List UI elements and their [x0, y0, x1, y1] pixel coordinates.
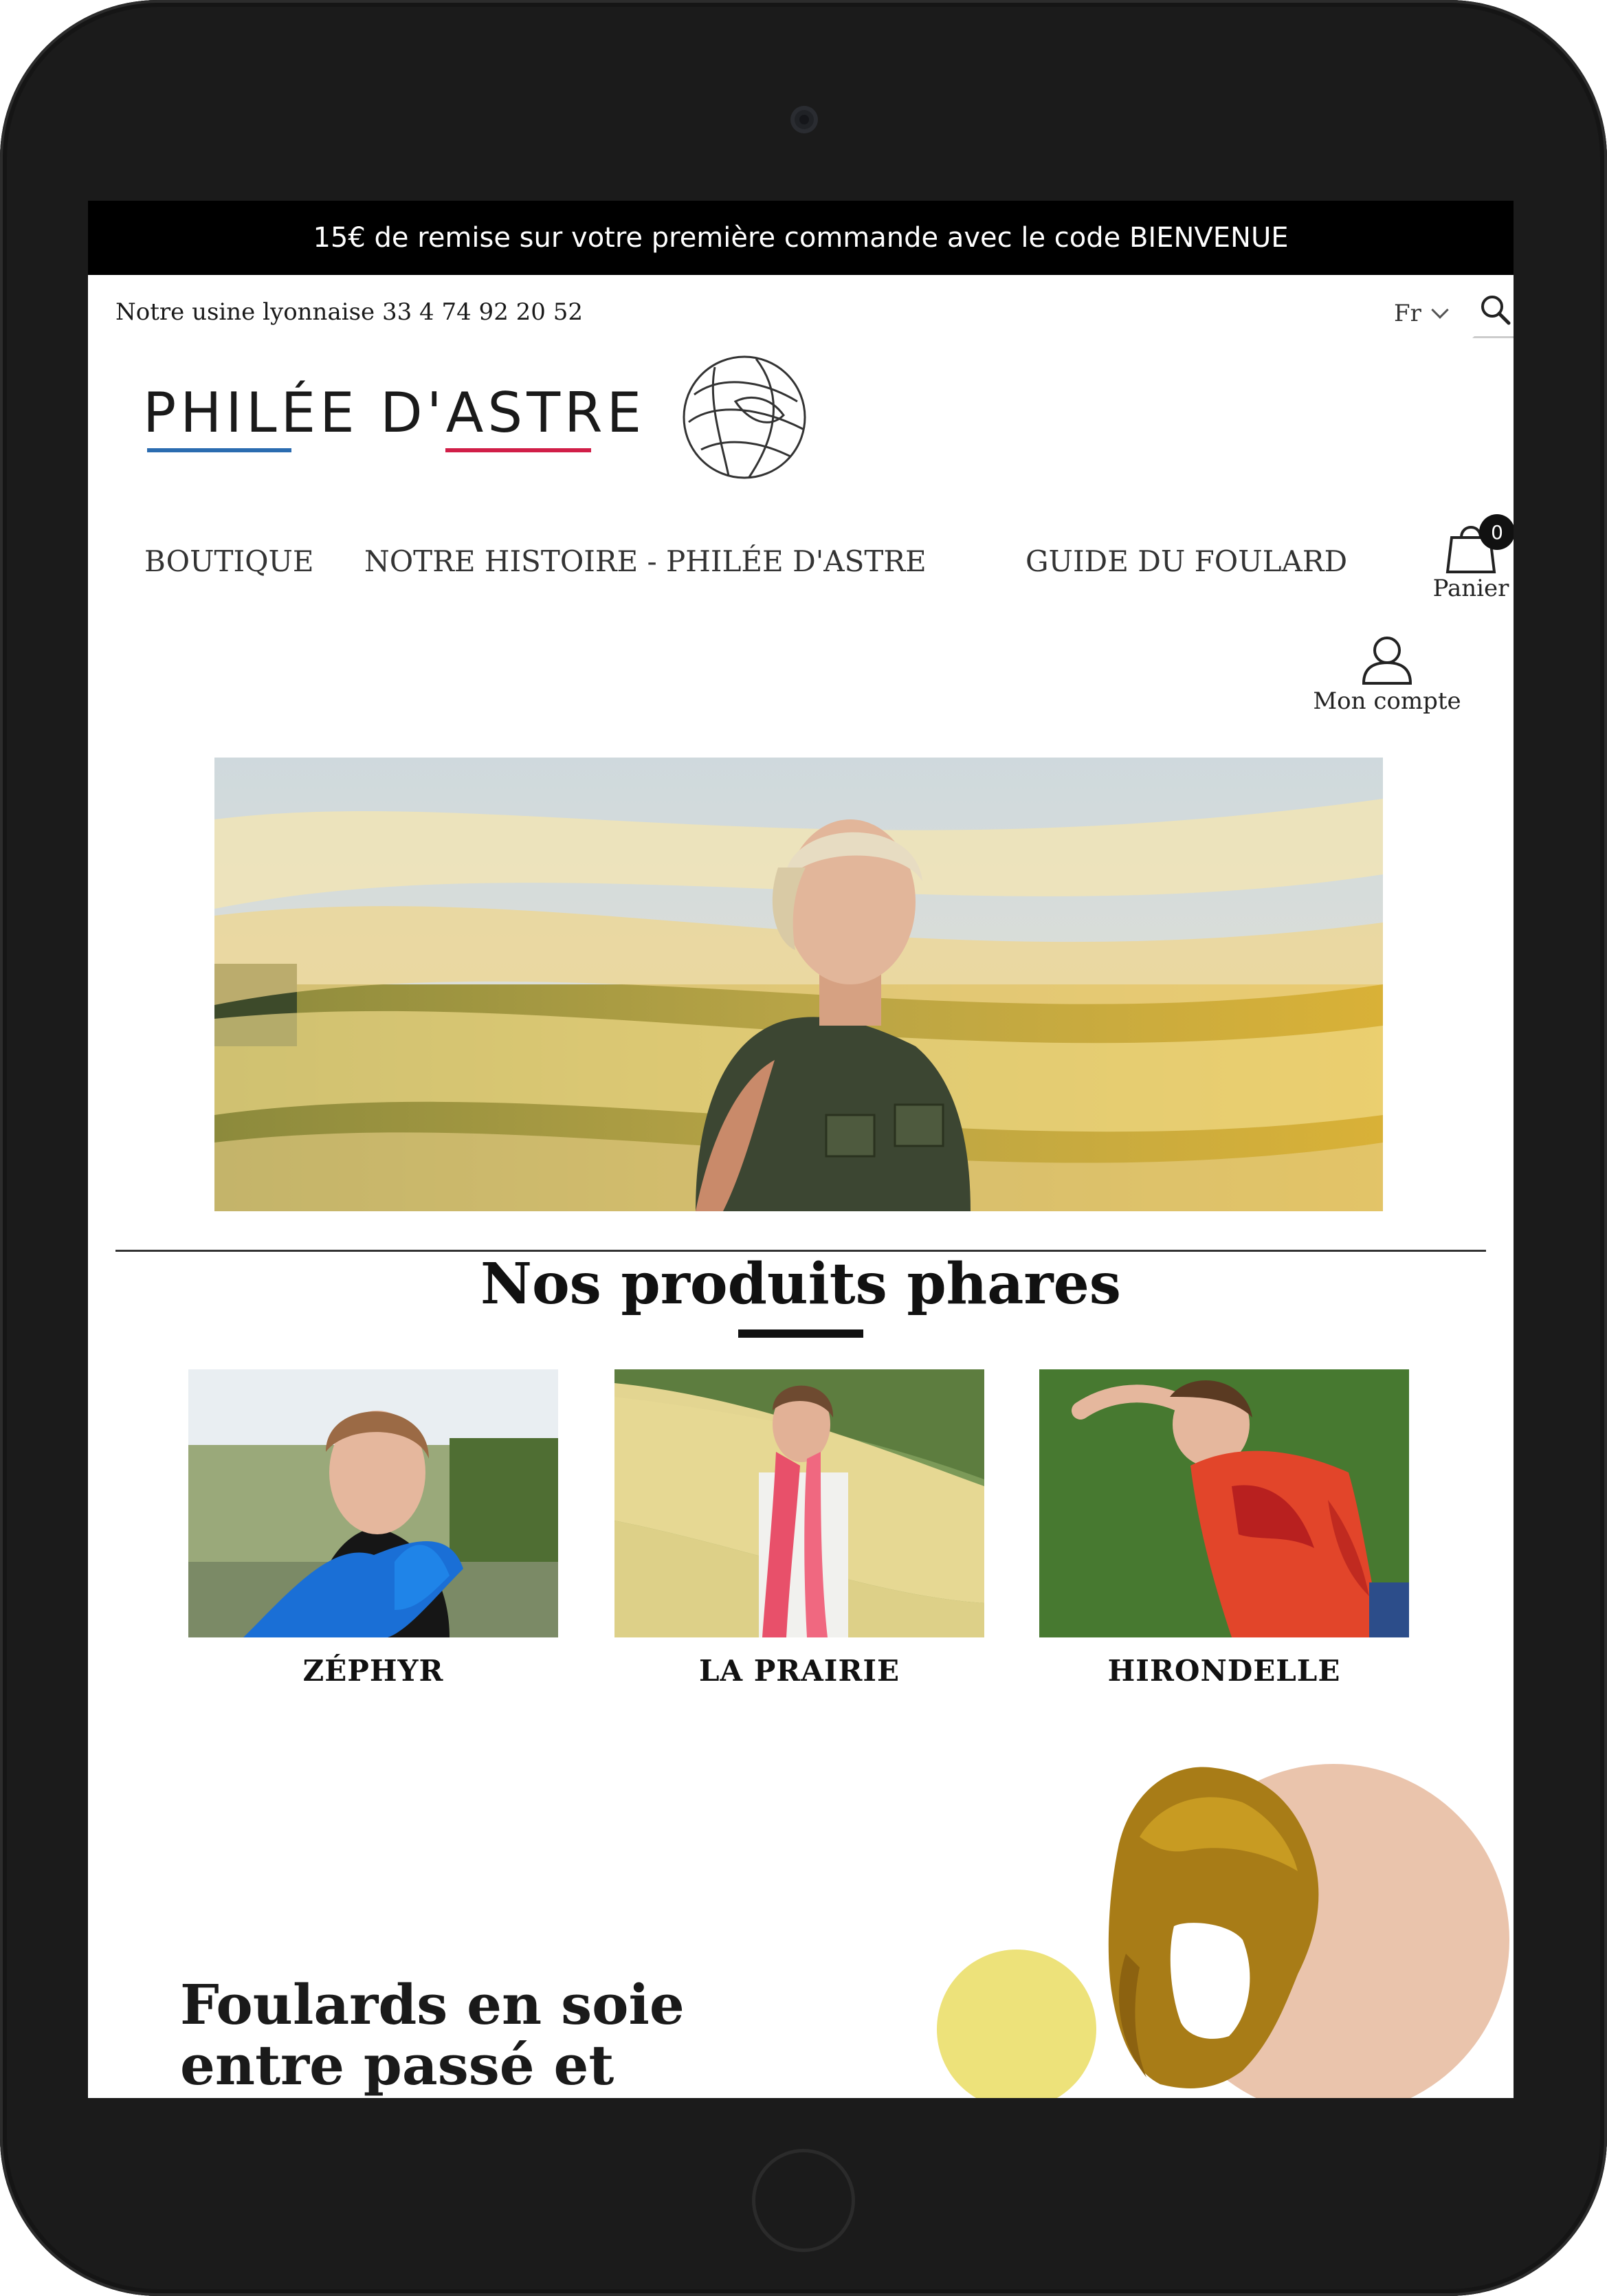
- product-image-la-prairie[interactable]: [614, 1369, 984, 1637]
- home-button[interactable]: [752, 2149, 855, 2252]
- screen: 15€ de remise sur votre première command…: [88, 201, 1514, 2098]
- account-button[interactable]: Mon compte: [1305, 634, 1470, 723]
- headline-line-2: entre passé et: [180, 2033, 614, 2097]
- product-card-hirondelle[interactable]: HIRONDELLE: [1039, 1369, 1409, 1688]
- product-name-hirondelle[interactable]: HIRONDELLE: [1039, 1654, 1409, 1688]
- brand-logo[interactable]: PHILÉE D'ASTRE: [143, 345, 806, 483]
- headline-line-1: Foulards en soie: [180, 1972, 685, 2037]
- logo-blue-stripe: [147, 448, 291, 452]
- product-card-la-prairie[interactable]: LA PRAIRIE: [614, 1369, 984, 1688]
- featured-products-title: Nos produits phares: [480, 1251, 1121, 1317]
- promo-banner[interactable]: 15€ de remise sur votre première command…: [88, 201, 1514, 275]
- nav-item-guide-du-foulard[interactable]: GUIDE DU FOULARD: [1026, 544, 1347, 578]
- main-navigation: BOUTIQUE NOTRE HISTOIRE - PHILÉE D'ASTRE…: [144, 514, 1514, 602]
- product-image-zephyr[interactable]: [188, 1369, 558, 1637]
- collection-headline: Foulards en soie entre passé et: [180, 1974, 685, 2095]
- account-label: Mon compte: [1313, 687, 1461, 715]
- logo-wordmark: PHILÉE D'ASTRE: [143, 381, 646, 445]
- chevron-down-icon: [1431, 301, 1449, 319]
- top-info-bar: Notre usine lyonnaise 33 4 74 92 20 52 F…: [115, 290, 1514, 345]
- search-icon: [1481, 296, 1511, 325]
- collection-illustration: [937, 1764, 1509, 2098]
- product-image-hirondelle[interactable]: [1039, 1369, 1409, 1637]
- hero-image: [214, 758, 1383, 1211]
- product-name-zephyr[interactable]: ZÉPHYR: [188, 1654, 558, 1688]
- cart-button[interactable]: 0 Panier: [1423, 514, 1514, 606]
- nav-item-boutique[interactable]: BOUTIQUE: [144, 544, 314, 578]
- hero-banner[interactable]: [214, 758, 1383, 1211]
- front-camera: [790, 106, 818, 133]
- logo-red-stripe: [445, 448, 591, 452]
- product-name-la-prairie[interactable]: LA PRAIRIE: [614, 1654, 984, 1688]
- language-selector[interactable]: Fr: [1394, 300, 1449, 327]
- factory-phone[interactable]: Notre usine lyonnaise 33 4 74 92 20 52: [115, 298, 583, 326]
- cart-count-badge: 0: [1479, 514, 1514, 550]
- language-label: Fr: [1394, 300, 1421, 327]
- globe-logo-icon: [683, 355, 806, 479]
- user-icon: [1362, 637, 1412, 685]
- promo-text: 15€ de remise sur votre première command…: [313, 222, 1289, 254]
- tablet-frame: 15€ de remise sur votre première command…: [0, 0, 1607, 2296]
- nav-item-notre-histoire[interactable]: NOTRE HISTOIRE - PHILÉE D'ASTRE: [364, 544, 927, 578]
- product-card-zephyr[interactable]: ZÉPHYR: [188, 1369, 558, 1688]
- search-button[interactable]: [1472, 290, 1514, 338]
- cart-label: Panier: [1432, 575, 1509, 602]
- title-underline: [738, 1329, 863, 1338]
